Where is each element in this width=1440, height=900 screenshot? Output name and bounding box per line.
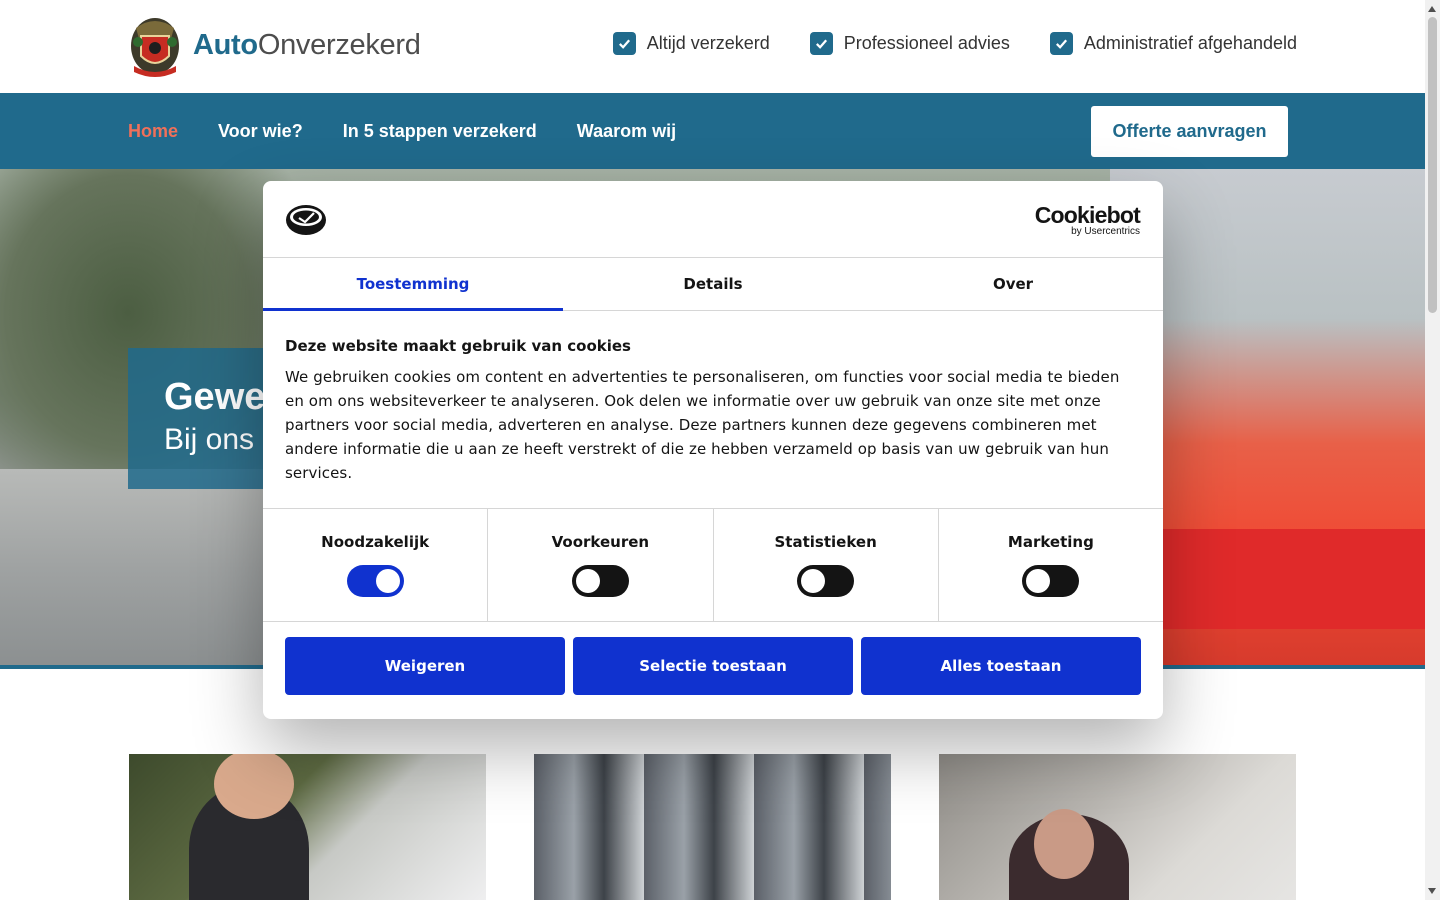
toggle-switch-statistieken[interactable]: [797, 565, 855, 597]
dialog-tabs: Toestemming Details Over: [263, 258, 1163, 311]
main-nav: Home Voor wie? In 5 stappen verzekerd Wa…: [0, 93, 1425, 169]
allow-all-button[interactable]: Alles toestaan: [861, 637, 1141, 695]
site-logo[interactable]: AutoOnverzekerd: [128, 12, 421, 78]
checkbox-check-icon: [1049, 32, 1073, 55]
usp-list: Altijd verzekerd Professioneel advies Ad…: [612, 32, 1297, 55]
toggle-noodzakelijk: Noodzakelijk: [263, 509, 489, 621]
nav-item-home[interactable]: Home: [128, 121, 178, 142]
site-logo-icon: [285, 204, 327, 236]
cookiebot-brand-sub: by Usercentrics: [1071, 226, 1140, 237]
toggle-knob: [1026, 569, 1051, 593]
nav-item-voor-wie[interactable]: Voor wie?: [218, 121, 303, 142]
cookie-consent-dialog: Cookiebot by Usercentrics Toestemming De…: [263, 181, 1163, 719]
toggle-switch-voorkeuren[interactable]: [571, 565, 629, 597]
dialog-header: Cookiebot by Usercentrics: [263, 181, 1163, 258]
toggle-switch-noodzakelijk[interactable]: [346, 565, 404, 597]
scrollbar-thumb[interactable]: [1428, 17, 1437, 313]
crest-icon: [128, 12, 182, 78]
hero-image-reflector: [1160, 529, 1425, 629]
toggle-knob: [801, 569, 826, 593]
toggle-knob: [575, 569, 600, 593]
cookiebot-brand: Cookiebot: [1034, 202, 1141, 228]
dialog-body: Deze website maakt gebruik van cookies W…: [263, 311, 1163, 509]
checkbox-check-icon: [809, 32, 833, 55]
usp-label: Professioneel advies: [843, 33, 1010, 53]
card-image-traffic[interactable]: [534, 754, 891, 900]
cookiebot-logo: Cookiebot by Usercentrics: [1034, 202, 1141, 237]
quote-request-button[interactable]: Offerte aanvragen: [1091, 106, 1288, 157]
brand-name-rest: Onverzekerd: [257, 28, 421, 61]
reject-button[interactable]: Weigeren: [285, 637, 565, 695]
page-scrollbar[interactable]: [1425, 0, 1440, 900]
toggle-voorkeuren: Voorkeuren: [488, 509, 714, 621]
dialog-actions: Weigeren Selectie toestaan Alles toestaa…: [263, 622, 1163, 710]
usp-item: Professioneel advies: [809, 32, 1010, 55]
card-image-mechanic[interactable]: [129, 754, 486, 900]
card-image-woman-phone[interactable]: [939, 754, 1296, 900]
tab-details[interactable]: Details: [563, 258, 863, 310]
dialog-description: We gebruiken cookies om content en adver…: [285, 368, 1120, 482]
person-head-image: [1034, 809, 1094, 879]
toggle-knob: [375, 569, 400, 593]
dialog-title: Deze website maakt gebruik van cookies: [285, 337, 631, 355]
usp-item: Administratief afgehandeld: [1049, 32, 1297, 55]
toggle-label: Noodzakelijk: [321, 533, 430, 551]
toggle-label: Marketing: [1007, 533, 1094, 551]
usp-item: Altijd verzekerd: [612, 32, 770, 55]
scroll-up-arrow-icon[interactable]: [1428, 6, 1436, 12]
toggle-statistieken: Statistieken: [714, 509, 939, 621]
scroll-down-arrow-icon[interactable]: [1428, 888, 1436, 894]
consent-toggles: Noodzakelijk Voorkeuren Statistieken Mar…: [263, 509, 1163, 622]
toggle-switch-marketing[interactable]: [1022, 565, 1080, 597]
usp-label: Administratief afgehandeld: [1083, 33, 1297, 53]
allow-selection-button[interactable]: Selectie toestaan: [573, 637, 853, 695]
usp-label: Altijd verzekerd: [646, 33, 770, 53]
checkbox-check-icon: [612, 32, 636, 55]
toggle-label: Voorkeuren: [551, 533, 650, 551]
nav-item-waarom-wij[interactable]: Waarom wij: [577, 121, 676, 142]
brand-name: AutoOnverzekerd: [193, 29, 421, 62]
toggle-label: Statistieken: [774, 533, 877, 551]
tab-over[interactable]: Over: [863, 258, 1163, 310]
tab-toestemming[interactable]: Toestemming: [263, 258, 563, 311]
nav-item-stappen[interactable]: In 5 stappen verzekerd: [343, 121, 537, 142]
site-header: AutoOnverzekerd Altijd verzekerd Profess…: [0, 0, 1425, 93]
toggle-marketing: Marketing: [939, 509, 1163, 621]
brand-name-bold: Auto: [193, 28, 258, 61]
nav-menu: Home Voor wie? In 5 stappen verzekerd Wa…: [128, 93, 676, 169]
